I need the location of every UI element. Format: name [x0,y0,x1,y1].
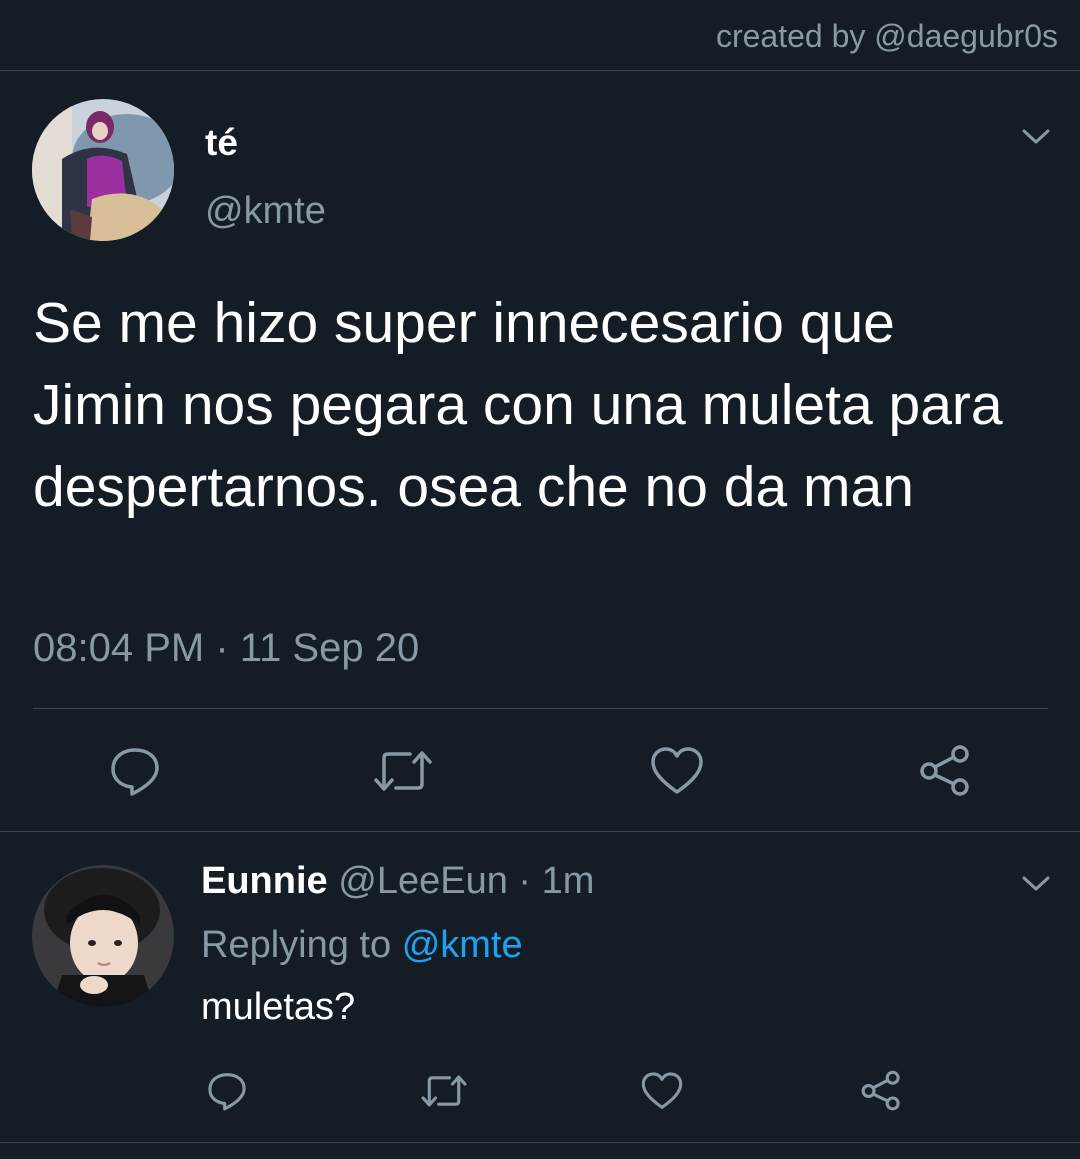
reply-author-name[interactable]: Eunnie [201,860,328,902]
avatar-reply[interactable] [32,865,174,1007]
like-icon[interactable] [650,744,704,803]
mention-link[interactable]: @kmte [402,924,523,966]
reply-author-handle[interactable]: @LeeEun [338,860,508,902]
tweet-date: 11 Sep 20 [239,626,420,670]
replying-prefix: Replying to [201,924,392,966]
divider [0,1142,1080,1143]
reply-icon[interactable] [108,744,162,803]
tweet-time: 08:04 PM [33,626,205,670]
reply-text: muletas? [201,986,356,1028]
meta-separator: · [215,626,229,670]
replying-to: Replying to @kmte [201,924,523,967]
avatar-main[interactable] [32,99,174,241]
share-icon[interactable] [918,744,972,803]
chevron-down-icon[interactable] [1020,872,1052,901]
reply-icon[interactable] [206,1070,248,1117]
divider [0,831,1080,832]
reply-separator: · [518,860,532,902]
top-bar: created by @daegubr0s [0,0,1080,71]
chevron-down-icon[interactable] [1020,125,1052,154]
tweet-text: Se me hizo super innecesario que Jimin n… [33,291,1003,519]
author-name[interactable]: té [205,122,238,164]
like-icon[interactable] [641,1070,683,1117]
retweet-icon[interactable] [372,744,434,803]
reply-age: 1m [541,860,595,902]
divider [33,708,1048,709]
share-icon[interactable] [860,1070,902,1117]
author-handle[interactable]: @kmte [205,190,326,233]
tweet-meta: 08:04 PM · 11 Sep 20 [33,626,419,671]
retweet-icon[interactable] [420,1070,468,1117]
reply-header: Eunnie @LeeEun · 1m [201,860,594,903]
credit-text: created by @daegubr0s [715,18,1058,54]
